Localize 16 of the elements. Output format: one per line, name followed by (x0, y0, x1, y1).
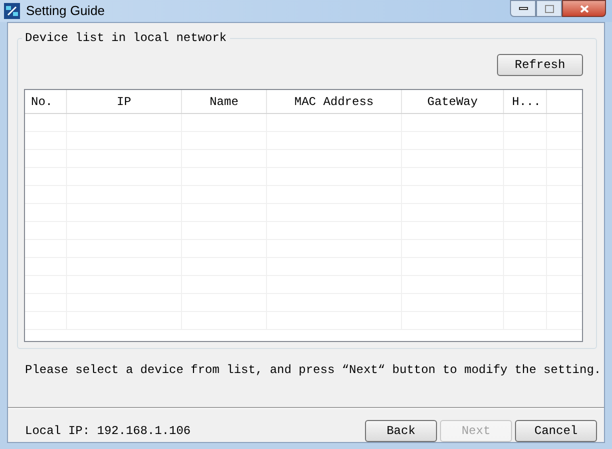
column-header[interactable]: IP (67, 90, 182, 113)
column-header[interactable]: GateWay (402, 90, 504, 113)
minimize-button[interactable] (510, 0, 536, 17)
window-title: Setting Guide (26, 2, 105, 20)
close-button[interactable] (562, 0, 606, 17)
close-icon (580, 4, 588, 12)
column-header[interactable]: H... (504, 90, 547, 113)
dialog-button[interactable]: Refresh (497, 54, 583, 76)
column-header[interactable]: No. (25, 90, 67, 113)
local-ip-label: Local IP: 192.168.1.106 (25, 423, 191, 440)
dialog-button[interactable]: Cancel (515, 420, 597, 442)
column-header[interactable]: MAC Address (267, 90, 402, 113)
dialog-button[interactable]: Back (365, 420, 437, 442)
column-header[interactable]: Name (182, 90, 267, 113)
app-icon (4, 3, 20, 19)
instruction-text: Please select a device from list, and press “Next“ button to modify the setting. (25, 362, 602, 379)
